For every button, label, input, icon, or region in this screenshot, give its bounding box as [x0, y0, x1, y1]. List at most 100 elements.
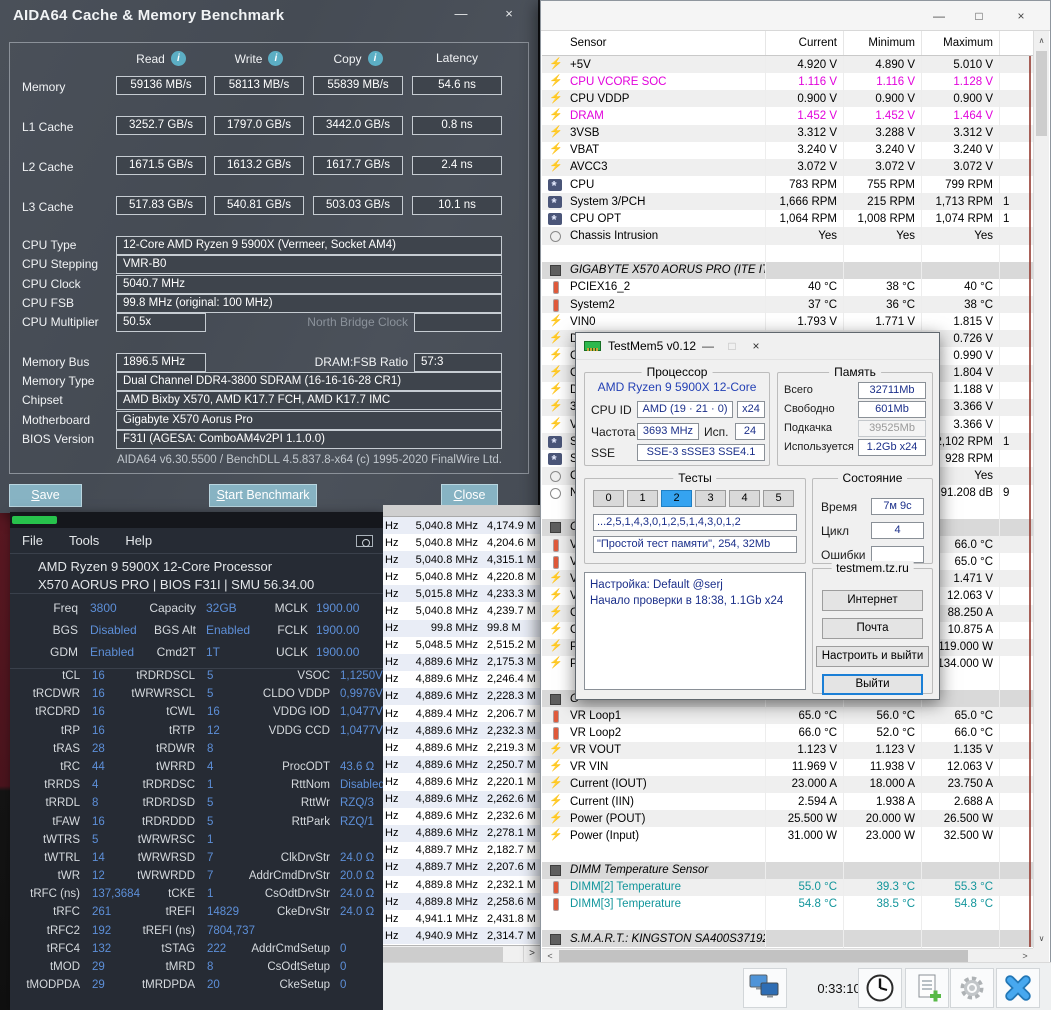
sensor-row[interactable]: S.M.A.R.T.: KINGSTON SA400S37192...	[542, 930, 1033, 948]
clock-row[interactable]: Hz 5,040.8 MHz 4,315.1 M	[383, 551, 540, 569]
scrollbar-thumb[interactable]	[383, 947, 503, 962]
sensors-titlebar[interactable]: — □ ×	[541, 1, 1050, 31]
sensor-row[interactable]: System 3/PCH 1,666 RPM 215 RPM 1,713 RPM…	[542, 193, 1033, 211]
sensor-row[interactable]	[542, 913, 1033, 931]
menu-tools[interactable]: Tools	[69, 533, 99, 548]
sensor-row[interactable]: Current (IOUT) 23.000 A 18.000 A 23.750 …	[542, 775, 1033, 794]
column-sensor[interactable]: Sensor	[542, 37, 765, 49]
test-tab[interactable]: 4	[729, 490, 760, 507]
dialog-button[interactable]: Выйти	[822, 674, 923, 695]
screenshot-icon[interactable]	[356, 535, 373, 547]
start-benchmark-button[interactable]: Start Benchmark	[209, 484, 317, 507]
test-tab[interactable]: 1	[627, 490, 658, 507]
column-maximum[interactable]: Maximum	[921, 31, 999, 55]
info-icon[interactable]	[367, 51, 383, 66]
vertical-scrollbar[interactable]: ∧ ∨	[1033, 31, 1049, 948]
close-icon[interactable]: ×	[744, 339, 768, 353]
dialog-button[interactable]: Почта	[822, 618, 923, 639]
column-minimum[interactable]: Minimum	[843, 31, 921, 55]
clock-row[interactable]: Hz 4,889.7 MHz 2,182.7 M	[383, 842, 540, 859]
clock-row[interactable]: Hz 5,040.8 MHz 4,239.7 M	[383, 602, 540, 619]
minimize-icon[interactable]: —	[924, 5, 954, 27]
test-tab[interactable]: 2	[661, 490, 692, 507]
clock-row[interactable]: Hz 4,889.8 MHz 2,258.6 M	[383, 893, 540, 911]
sensor-row[interactable]: PCIEX16_2 40 °C 38 °C 40 °C	[542, 278, 1033, 296]
report-button[interactable]	[905, 968, 949, 1008]
scroll-up-icon[interactable]: ∧	[1034, 33, 1049, 48]
sensor-row[interactable]: DIMM Temperature Sensor	[542, 861, 1033, 879]
sensor-row[interactable]: CPU VCORE SOC 1.116 V 1.116 V 1.128 V	[542, 73, 1033, 91]
sensor-row[interactable]: Current (IIN) 2.594 A 1.938 A 2.688 A	[542, 793, 1033, 811]
network-computers-button[interactable]	[743, 968, 787, 1008]
sensor-row[interactable]	[542, 844, 1033, 862]
sensor-row[interactable]: 3VSB 3.312 V 3.288 V 3.312 V	[542, 124, 1033, 142]
clock-row[interactable]: Hz 4,889.6 MHz 2,246.4 M	[383, 671, 540, 688]
test-tab[interactable]: 5	[763, 490, 794, 507]
sensor-row[interactable]: DRAM 1.452 V 1.452 V 1.464 V	[542, 107, 1033, 125]
sensor-row[interactable]: Power (POUT) 25.500 W 20.000 W 26.500 W	[542, 810, 1033, 828]
sensor-row[interactable]: VR VOUT 1.123 V 1.123 V 1.135 V	[542, 741, 1033, 759]
scroll-down-icon[interactable]: ∨	[1034, 931, 1049, 946]
clock-row[interactable]: Hz 4,941.1 MHz 2,431.8 M	[383, 910, 540, 927]
sensor-row[interactable]	[542, 244, 1033, 262]
clock-row[interactable]: Hz 4,889.6 MHz 2,262.6 M	[383, 790, 540, 808]
sensor-row[interactable]: DIMM[2] Temperature 55.0 °C 39.3 °C 55.3…	[542, 878, 1033, 896]
sensor-row[interactable]: Chassis Intrusion Yes Yes Yes	[542, 227, 1033, 245]
clock-row[interactable]: Hz 4,889.8 MHz 2,232.1 M	[383, 876, 540, 893]
close-icon[interactable]: ×	[498, 6, 520, 26]
clock-row[interactable]: Hz 4,889.7 MHz 2,207.6 M	[383, 858, 540, 876]
sensor-row[interactable]: System2 37 °C 36 °C 38 °C	[542, 295, 1033, 314]
scrollbar-thumb[interactable]	[1036, 51, 1047, 136]
clock-row[interactable]: Hz 4,889.6 MHz 2,228.3 M	[383, 687, 540, 706]
clock-row[interactable]: Hz 4,889.6 MHz 2,175.3 M	[383, 653, 540, 671]
clock-row[interactable]: Hz 5,015.8 MHz 4,233.3 M	[383, 585, 540, 603]
sensor-row[interactable]: Power (Input) 31.000 W 23.000 W 32.500 W	[542, 827, 1033, 845]
clock-row[interactable]: Hz 5,048.5 MHz 2,515.2 M	[383, 637, 540, 654]
clock-row[interactable]: Hz 5,040.8 MHz 4,204.6 M	[383, 534, 540, 551]
close-icon[interactable]: ×	[1006, 5, 1036, 27]
minimize-icon[interactable]: —	[696, 339, 720, 353]
sensor-row[interactable]: VR Loop2 66.0 °C 52.0 °C 66.0 °C	[542, 724, 1033, 742]
clock-row[interactable]: Hz 4,889.6 MHz 2,232.3 M	[383, 722, 540, 740]
sensor-row[interactable]: CPU OPT 1,064 RPM 1,008 RPM 1,074 RPM 1	[542, 210, 1033, 228]
clock-row[interactable]: Hz 4,940.9 MHz 2,314.7 M	[383, 927, 540, 945]
clock-row[interactable]: Hz 4,889.4 MHz 2,206.7 M	[383, 705, 540, 722]
test-log[interactable]: Настройка: Default @serj Начало проверки …	[584, 572, 806, 690]
sensor-row[interactable]: VBAT 3.240 V 3.240 V 3.240 V	[542, 141, 1033, 159]
close-button[interactable]: Close	[441, 484, 498, 507]
dialog-button[interactable]: Настроить и выйти	[816, 646, 929, 667]
zentimings-titlebar[interactable]	[10, 512, 383, 528]
exit-button[interactable]	[996, 968, 1040, 1008]
clock-row[interactable]: Hz 99.8 MHz 99.8 M	[383, 619, 540, 637]
maximize-icon[interactable]: □	[964, 5, 994, 27]
clock-row[interactable]: Hz 4,889.6 MHz 2,220.1 M	[383, 773, 540, 790]
column-current[interactable]: Current	[765, 31, 843, 55]
minimize-icon[interactable]: —	[450, 6, 472, 26]
info-icon[interactable]	[268, 51, 284, 66]
sensor-row[interactable]: AVCC3 3.072 V 3.072 V 3.072 V	[542, 158, 1033, 176]
clock-row[interactable]: Hz 5,040.8 MHz 4,174.9 M	[383, 517, 540, 535]
sensor-row[interactable]: VR Loop1 65.0 °C 56.0 °C 65.0 °C	[542, 707, 1033, 725]
clock-row[interactable]: Hz 4,889.6 MHz 2,250.7 M	[383, 756, 540, 774]
dialog-button[interactable]: Интернет	[822, 590, 923, 611]
info-icon[interactable]	[170, 51, 186, 66]
clock-button[interactable]	[858, 968, 902, 1008]
test-tab[interactable]: 0	[593, 490, 624, 507]
horizontal-scrollbar[interactable]: >	[383, 945, 540, 962]
settings-button[interactable]	[950, 968, 994, 1008]
clock-row[interactable]: Hz 4,889.6 MHz 2,232.6 M	[383, 808, 540, 825]
sensor-row[interactable]: CPU 783 RPM 755 RPM 799 RPM	[542, 175, 1033, 194]
clock-row[interactable]: Hz 4,889.6 MHz 2,278.1 M	[383, 824, 540, 842]
sensor-row[interactable]: CPU VDDP 0.900 V 0.900 V 0.900 V	[542, 90, 1033, 108]
sensor-row[interactable]: +5V 4.920 V 4.890 V 5.010 V	[542, 56, 1033, 74]
scroll-right-icon[interactable]: >	[523, 946, 540, 962]
menu-help[interactable]: Help	[125, 533, 152, 548]
clock-row[interactable]: Hz 4,889.6 MHz 2,219.3 M	[383, 739, 540, 756]
testmem5-titlebar[interactable]: TestMem5 v0.12 — □ ×	[576, 333, 939, 360]
clock-row[interactable]: Hz 5,040.8 MHz 4,220.8 M	[383, 568, 540, 585]
sensor-row[interactable]: VIN0 1.793 V 1.771 V 1.815 V	[542, 313, 1033, 331]
sensor-row[interactable]: GIGABYTE X570 AORUS PRO (ITE IT87...	[542, 261, 1033, 279]
sensor-row[interactable]: VR VIN 11.969 V 11.938 V 12.063 V	[542, 758, 1033, 776]
save-button[interactable]: Save	[9, 484, 82, 507]
test-tab[interactable]: 3	[695, 490, 726, 507]
